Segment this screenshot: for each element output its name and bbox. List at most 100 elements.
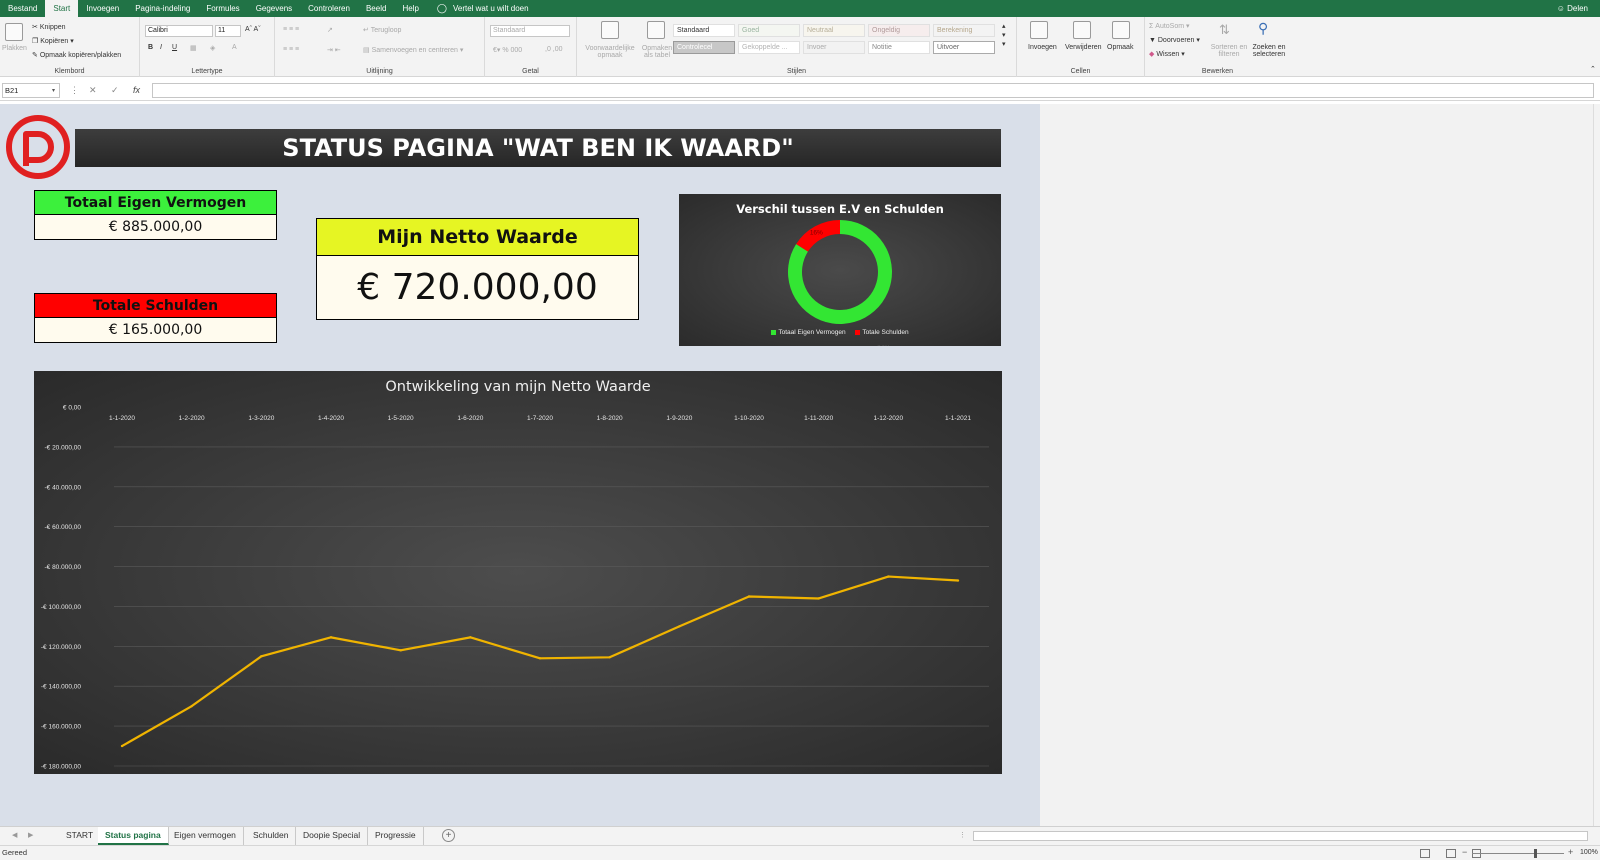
add-sheet-button[interactable]: +	[442, 829, 455, 842]
debts-value[interactable]: € 165.000,00	[34, 318, 277, 343]
line-chart[interactable]: Ontwikkeling van mijn Netto Waarde € 0,0…	[34, 371, 1002, 774]
data-point[interactable]	[329, 636, 333, 639]
autosum-button[interactable]: Σ AutoSom ▾	[1149, 22, 1190, 30]
assets-value[interactable]: € 885.000,00	[34, 215, 277, 240]
menu-invoegen[interactable]: Invoegen	[78, 0, 127, 17]
next-sheet-icon[interactable]: ▶	[28, 831, 33, 839]
merge-center-button[interactable]: ▤ Samenvoegen en centreren ▾	[363, 46, 463, 54]
wrap-text-button[interactable]: ↵ Terugloop	[363, 26, 401, 34]
data-point[interactable]	[678, 625, 681, 628]
format-cells-label[interactable]: Opmaak	[1107, 44, 1133, 51]
delete-cells-label[interactable]: Verwijderen	[1065, 44, 1102, 51]
paste-icon[interactable]	[5, 23, 23, 41]
zoom-slider[interactable]	[1472, 853, 1564, 854]
vertical-scrollbar[interactable]	[1593, 104, 1600, 826]
style-ongeldig[interactable]: Ongeldig	[868, 24, 930, 37]
series-line[interactable]	[121, 575, 959, 748]
zoom-level[interactable]: 100%	[1580, 849, 1598, 856]
data-point[interactable]	[747, 595, 751, 598]
prev-sheet-icon[interactable]: ◀	[12, 831, 17, 839]
collapse-ribbon-icon[interactable]: ⌃	[1590, 65, 1596, 73]
data-point[interactable]	[120, 744, 124, 748]
style-goed[interactable]: Goed	[738, 24, 800, 37]
style-controlecel[interactable]: Controlecel	[673, 41, 735, 54]
font-name-box[interactable]: Calibri	[145, 25, 213, 37]
menu-beeld[interactable]: Beeld	[358, 0, 394, 17]
data-point[interactable]	[399, 649, 402, 652]
style-berekening[interactable]: Berekening	[933, 24, 995, 37]
menu-pagina-indeling[interactable]: Pagina-indeling	[127, 0, 198, 17]
underline-button[interactable]: U	[172, 44, 177, 51]
tab-doopie-special[interactable]: Doopie Special	[296, 827, 369, 845]
format-as-table-icon[interactable]	[647, 21, 665, 39]
style-standaard[interactable]: Standaard	[673, 24, 735, 37]
data-point[interactable]	[956, 579, 960, 582]
indent-icon[interactable]: ⇥ ⇤	[327, 46, 341, 54]
format-cells-icon[interactable]	[1112, 21, 1130, 39]
menu-start[interactable]: Start	[45, 0, 79, 17]
empty-cells-area[interactable]	[1040, 104, 1593, 826]
font-color-icon[interactable]: A	[232, 44, 237, 51]
decimal-icon[interactable]: ,0 ,00	[545, 46, 563, 53]
font-size-box[interactable]: 11	[215, 25, 241, 37]
italic-button[interactable]: I	[160, 44, 162, 51]
data-point[interactable]	[538, 657, 542, 660]
tab-schulden[interactable]: Schulden	[246, 827, 297, 845]
tab-progressie[interactable]: Progressie	[368, 827, 424, 845]
delete-cells-icon[interactable]	[1073, 21, 1091, 39]
tab-status-pagina[interactable]: Status pagina	[98, 827, 169, 845]
format-as-table-label[interactable]: Opmaken als tabel	[637, 45, 677, 59]
tell-me-search[interactable]: ◯ Vertel wat u wilt doen	[437, 3, 529, 14]
currency-icon[interactable]: €▾ % 000	[493, 46, 522, 54]
sort-filter-icon[interactable]: ⇅	[1219, 22, 1230, 38]
menu-formules[interactable]: Formules	[198, 0, 247, 17]
tab-split-handle[interactable]: ⋮	[959, 831, 966, 839]
zoom-out-button[interactable]: −	[1462, 847, 1467, 857]
style-gekoppelde[interactable]: Gekoppelde ...	[738, 41, 800, 54]
data-point[interactable]	[608, 656, 611, 659]
cut-button[interactable]: ✂ Knippen	[32, 23, 66, 31]
data-point[interactable]	[260, 655, 263, 658]
find-select-label[interactable]: Zoeken en selecteren	[1248, 44, 1290, 58]
zoom-slider-thumb[interactable]	[1534, 849, 1537, 858]
menu-bestand[interactable]: Bestand	[0, 0, 45, 17]
menu-gegevens[interactable]: Gegevens	[248, 0, 300, 17]
page-layout-icon[interactable]	[1446, 849, 1456, 858]
style-notitie[interactable]: Notitie	[868, 41, 930, 54]
format-painter-button[interactable]: ✎ Opmaak kopiëren/plakken	[32, 51, 121, 59]
conditional-format-icon[interactable]	[601, 21, 619, 39]
clear-button[interactable]: ◆ Wissen ▾	[1149, 50, 1185, 58]
worksheet[interactable]: STATUS PAGINA "WAT BEN IK WAARD" Totaal …	[0, 104, 1600, 826]
styles-scroll-icon[interactable]: ▴ ▾ ▾	[1002, 22, 1006, 49]
insert-cells-label[interactable]: Invoegen	[1028, 44, 1057, 51]
data-point[interactable]	[190, 704, 193, 708]
style-neutraal[interactable]: Neutraal	[803, 24, 865, 37]
insert-cells-icon[interactable]	[1030, 21, 1048, 39]
align-left-icon[interactable]: ≡ ≡ ≡	[283, 46, 299, 53]
data-point[interactable]	[469, 636, 472, 639]
conditional-format-label[interactable]: Voorwaardelijke opmaak	[580, 45, 640, 59]
enter-icon[interactable]: ✓	[111, 85, 119, 96]
style-uitvoer[interactable]: Uitvoer	[933, 41, 995, 54]
insert-function-icon[interactable]: fx	[133, 85, 140, 95]
donut-chart[interactable]: Verschil tussen E.V en Schulden 16%84% T…	[679, 194, 1001, 346]
bold-button[interactable]: B	[148, 44, 153, 51]
border-icon[interactable]: ▦	[190, 44, 197, 52]
menu-help[interactable]: Help	[394, 0, 426, 17]
data-point[interactable]	[817, 597, 820, 600]
share-button[interactable]: ☺ Delen	[1557, 0, 1588, 17]
sort-filter-label[interactable]: Sorteren en filteren	[1207, 44, 1251, 58]
fill-color-icon[interactable]: ◈	[210, 44, 215, 52]
grow-font-icon[interactable]: Aˆ Aˇ	[245, 26, 261, 33]
data-point[interactable]	[887, 575, 890, 578]
horizontal-scrollbar[interactable]	[973, 831, 1588, 841]
zoom-in-button[interactable]: +	[1568, 847, 1573, 857]
orientation-icon[interactable]: ↗	[327, 26, 333, 34]
normal-view-icon[interactable]	[1420, 849, 1430, 858]
style-invoer[interactable]: Invoer	[803, 41, 865, 54]
magnifier-icon[interactable]: ⚲	[1258, 20, 1268, 37]
formula-input[interactable]	[152, 83, 1594, 98]
tab-eigen-vermogen[interactable]: Eigen vermogen	[167, 827, 244, 845]
tab-start[interactable]: START	[59, 827, 102, 845]
net-worth-value[interactable]: € 720.000,00	[316, 256, 639, 320]
